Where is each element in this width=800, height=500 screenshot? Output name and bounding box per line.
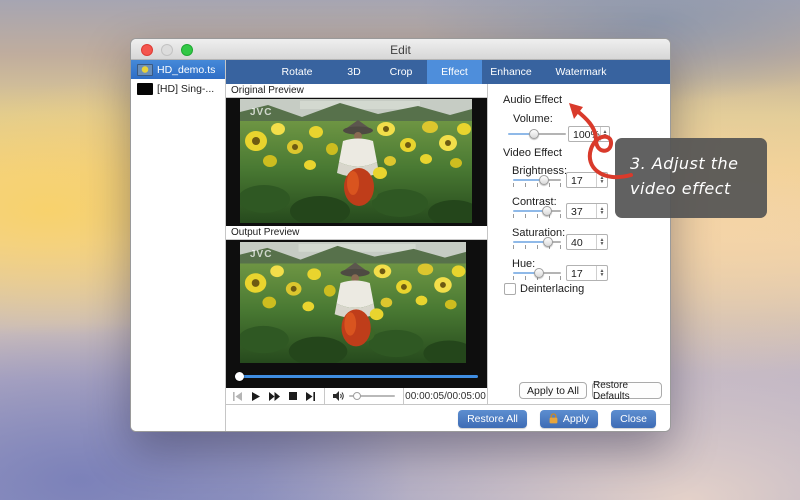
annotation-line2: video effect [630,177,767,202]
edit-tab-bar: Rotate 3D Crop Effect Enhance Watermark [226,60,670,84]
seek-bar[interactable] [235,372,478,381]
player-volume-slider[interactable] [349,392,395,400]
desktop-background: Edit HD_demo.ts [HD] Sing-... Rotate 3D [0,0,800,500]
tab-watermark[interactable]: Watermark [540,60,622,84]
stepper-down-icon[interactable]: ▼ [600,242,605,246]
footer-bar: Restore All Apply Close [226,404,670,432]
tab-3d[interactable]: 3D [333,60,375,84]
output-preview-label: Output Preview [226,226,487,240]
hue-value-field[interactable]: 17 ▲▼ [566,265,608,281]
restore-defaults-button[interactable]: Restore Defaults [592,382,662,399]
output-preview-video: JVC [226,240,487,389]
deinterlacing-label: Deinterlacing [520,283,584,295]
fast-forward-icon[interactable] [269,392,280,401]
player-volume-knob[interactable] [353,392,361,400]
stepper-control[interactable]: ▲▼ [596,173,607,187]
volume-label: Volume: [513,113,553,125]
close-button[interactable]: Close [611,410,656,428]
apply-button[interactable]: Apply [540,410,598,428]
stepper-down-icon[interactable]: ▼ [600,211,605,215]
slider-knob[interactable] [529,129,539,139]
volume-slider[interactable] [508,128,566,140]
file-item-hd-sing[interactable]: [HD] Sing-... [131,79,225,98]
transport-controls: 00:00:05/00:05:00 [226,388,487,404]
slider-knob[interactable] [542,206,552,216]
stop-icon[interactable] [289,392,297,400]
title-bar: Edit [131,39,670,60]
file-name: HD_demo.ts [157,64,215,76]
stepper-control[interactable]: ▲▼ [596,235,607,249]
skip-back-icon[interactable] [233,392,243,401]
video-thumbnail-icon [137,64,153,76]
tab-effect[interactable]: Effect [427,60,482,84]
jvc-watermark: JVC [250,249,272,260]
speaker-icon [333,391,344,401]
audio-effect-header: Audio Effect [503,94,562,106]
tab-enhance[interactable]: Enhance [482,60,540,84]
seek-knob[interactable] [235,372,244,381]
stepper-control[interactable]: ▲▼ [596,204,607,218]
contrast-slider[interactable] [513,207,561,219]
slider-knob[interactable] [543,237,553,247]
stepper-down-icon[interactable]: ▼ [600,180,605,184]
file-list-sidebar: HD_demo.ts [HD] Sing-... [131,60,226,432]
original-preview-video: JVC [226,98,487,226]
tab-rotate[interactable]: Rotate [261,60,333,84]
saturation-slider[interactable] [513,238,561,250]
original-preview-label: Original Preview [226,84,487,98]
brightness-slider[interactable] [513,176,561,188]
volume-value-field[interactable]: 100% ▲▼ [568,126,610,142]
file-item-hd-demo[interactable]: HD_demo.ts [131,60,225,79]
restore-all-button[interactable]: Restore All [458,410,527,428]
apply-to-all-button[interactable]: Apply to All [519,382,587,399]
stepper-down-icon[interactable]: ▼ [600,273,605,277]
contrast-value-field[interactable]: 37 ▲▼ [566,203,608,219]
jvc-watermark: JVC [250,107,272,118]
deinterlacing-checkbox[interactable] [504,283,516,295]
preview-column: Original Preview JVC Output Preview JVC [226,84,488,404]
annotation-tooltip: 3. Adjust the video effect [615,138,767,218]
stepper-control[interactable]: ▲▼ [596,266,607,280]
video-thumbnail-icon [137,83,153,95]
skip-forward-icon[interactable] [306,392,316,401]
hue-slider[interactable] [513,269,561,281]
annotation-line1: 3. Adjust the [630,152,767,177]
saturation-value-field[interactable]: 40 ▲▼ [566,234,608,250]
lock-icon [549,413,558,424]
stepper-down-icon[interactable]: ▼ [602,134,607,138]
stepper-control[interactable]: ▲▼ [600,127,609,141]
video-effect-header: Video Effect [503,147,562,159]
play-icon[interactable] [252,392,260,401]
time-display: 00:00:05/00:05:00 [404,391,487,402]
edit-window: Edit HD_demo.ts [HD] Sing-... Rotate 3D [130,38,671,432]
window-title: Edit [131,43,670,57]
effects-panel: Audio Effect Volume: 100% ▲▼ Video Effec… [488,84,670,404]
brightness-value-field[interactable]: 17 ▲▼ [566,172,608,188]
tab-crop[interactable]: Crop [375,60,427,84]
file-name: [HD] Sing-... [157,83,214,95]
